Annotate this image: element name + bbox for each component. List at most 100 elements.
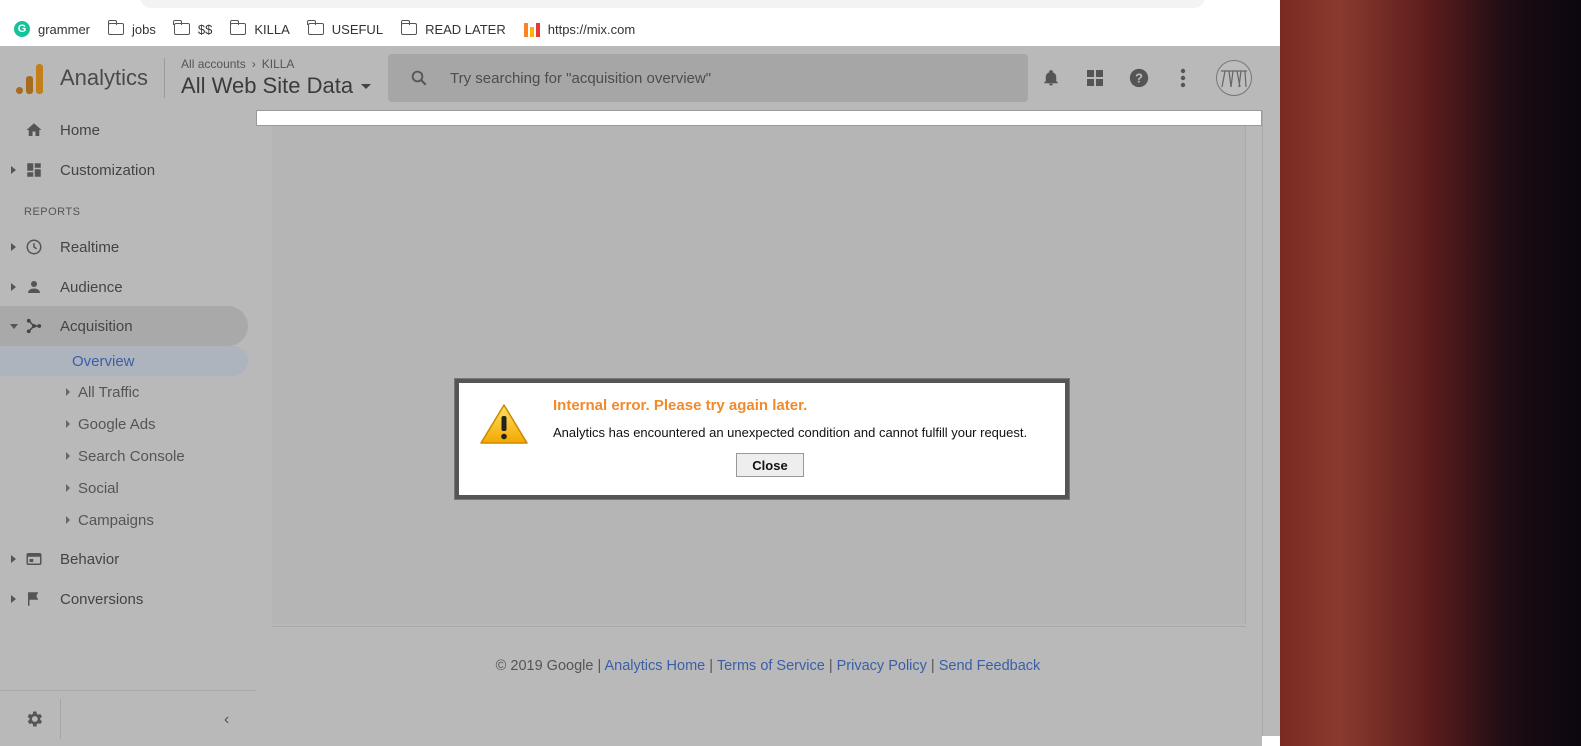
- svg-text:?: ?: [1135, 71, 1143, 86]
- bookmark-label: https://mix.com: [547, 21, 636, 37]
- footer-link-analytics-home[interactable]: Analytics Home: [604, 658, 705, 674]
- page-footer: © 2019 Google | Analytics Home | Terms o…: [256, 658, 1280, 674]
- sidebar-subitem-social[interactable]: Social: [0, 473, 248, 503]
- expand-arrow-icon: [11, 555, 16, 563]
- bookmark-label: USEFUL: [331, 21, 384, 37]
- bookmark-label: $$: [197, 21, 213, 37]
- bookmark-killa[interactable]: KILLA: [229, 20, 290, 37]
- warning-icon: [480, 404, 528, 444]
- footer-link-terms[interactable]: Terms of Service: [717, 658, 825, 674]
- search-input[interactable]: [450, 69, 1010, 87]
- sidebar-item-label: Realtime: [60, 238, 120, 256]
- breadcrumb-account: KILLA: [261, 57, 295, 71]
- footer-link-privacy[interactable]: Privacy Policy: [837, 658, 927, 674]
- search-bar[interactable]: [388, 54, 1028, 102]
- report-header-strip: [256, 110, 1262, 126]
- separator: |: [828, 658, 833, 674]
- folder-icon: [229, 20, 247, 35]
- home-icon: [26, 123, 42, 136]
- property-name: All Web Site Data: [181, 73, 354, 98]
- notifications-bell-icon[interactable]: [1040, 60, 1062, 96]
- close-button[interactable]: Close: [736, 453, 804, 477]
- sidebar-item-audience[interactable]: Audience: [0, 267, 248, 307]
- expand-arrow-icon: [66, 388, 70, 396]
- footer-link-feedback[interactable]: Send Feedback: [939, 658, 1041, 674]
- sidebar-item-acquisition[interactable]: Acquisition: [0, 306, 248, 346]
- search-icon: [411, 70, 427, 86]
- breadcrumb: All accounts › KILLA: [181, 57, 386, 71]
- property-dropdown[interactable]: All Web Site Data: [181, 73, 386, 99]
- address-bar[interactable]: [140, 0, 1205, 8]
- error-message: Analytics has encountered an unexpected …: [553, 425, 1028, 440]
- apps-grid-icon[interactable]: [1084, 60, 1106, 96]
- collapse-sidebar-icon[interactable]: ‹: [224, 711, 229, 729]
- error-dialog: Internal error. Please try again later. …: [454, 378, 1070, 500]
- folder-icon: [173, 20, 190, 35]
- bookmark-label: KILLA: [254, 21, 290, 37]
- sidebar-item-label: Audience: [60, 278, 123, 296]
- breadcrumb-root: All accounts: [181, 57, 246, 71]
- bookmark-grammer[interactable]: G grammer: [14, 21, 90, 37]
- clock-icon: [26, 239, 42, 255]
- expand-arrow-icon: [66, 420, 70, 428]
- folder-icon: [400, 20, 418, 35]
- sidebar-subitem-label: Google Ads: [78, 415, 156, 433]
- sidebar-item-label: Conversions: [60, 590, 144, 608]
- reports-section-label: REPORTS: [24, 206, 81, 218]
- sidebar-item-label: Behavior: [60, 550, 120, 568]
- sidebar-subitem-campaigns[interactable]: Campaigns: [0, 505, 248, 535]
- sidebar-item-label: Acquisition: [60, 317, 133, 335]
- behavior-icon: [26, 553, 42, 565]
- account-selector[interactable]: All accounts › KILLA All Web Site Data: [181, 57, 386, 99]
- sidebar-item-realtime[interactable]: Realtime: [0, 227, 248, 267]
- collapse-arrow-icon: [10, 323, 18, 329]
- sidebar-item-label: Home: [60, 121, 101, 139]
- avatar[interactable]: [1216, 60, 1252, 96]
- scrollbar[interactable]: [1262, 110, 1280, 736]
- sidebar-subitem-search-console[interactable]: Search Console: [0, 441, 248, 471]
- analytics-header: Analytics All accounts › KILLA All Web S…: [0, 46, 1280, 110]
- expand-arrow-icon: [11, 283, 16, 291]
- bookmarks-bar: G grammer jobs $$ KILLA USEFUL READ LATE…: [0, 12, 1280, 46]
- divider: [272, 626, 1246, 627]
- mix-icon: [523, 21, 540, 37]
- desktop-background: [1280, 0, 1581, 746]
- sidebar-subitem-label: All Traffic: [78, 383, 140, 401]
- sidebar-subitem-overview[interactable]: Overview: [0, 346, 248, 376]
- help-icon[interactable]: ?: [1128, 60, 1150, 96]
- app-title: Analytics: [60, 58, 166, 98]
- gear-icon[interactable]: [24, 709, 44, 729]
- bookmark-money[interactable]: $$: [173, 20, 213, 37]
- sidebar-item-home[interactable]: Home: [0, 110, 248, 150]
- sidebar-subitem-all-traffic[interactable]: All Traffic: [0, 377, 248, 407]
- sidebar-item-customization[interactable]: Customization: [0, 150, 248, 190]
- caret-down-icon: [361, 83, 372, 89]
- person-icon: [28, 281, 40, 293]
- separator: |: [597, 658, 602, 674]
- bookmark-jobs[interactable]: jobs: [107, 20, 156, 37]
- bookmark-read-later[interactable]: READ LATER: [400, 20, 506, 37]
- expand-arrow-icon: [66, 516, 70, 524]
- more-vert-icon[interactable]: [1172, 60, 1194, 96]
- expand-arrow-icon: [66, 484, 70, 492]
- separator: |: [709, 658, 714, 674]
- analytics-logo-icon[interactable]: [16, 62, 44, 94]
- sidebar-subitem-google-ads[interactable]: Google Ads: [0, 409, 248, 439]
- bookmark-useful[interactable]: USEFUL: [307, 20, 384, 37]
- expand-arrow-icon: [11, 595, 16, 603]
- scrollbar-corner: [1262, 736, 1280, 746]
- sidebar-item-label: Customization: [60, 161, 156, 179]
- expand-arrow-icon: [11, 243, 16, 251]
- sidebar-item-behavior[interactable]: Behavior: [0, 539, 248, 579]
- sidebar-subitem-label: Search Console: [78, 447, 185, 465]
- bookmark-mix[interactable]: https://mix.com: [523, 21, 636, 37]
- copyright: © 2019 Google: [495, 658, 594, 674]
- sidebar-subitem-label: Overview: [72, 352, 135, 370]
- bookmark-label: jobs: [132, 21, 156, 37]
- sidebar-item-conversions[interactable]: Conversions: [0, 579, 248, 619]
- browser-toolbar: [0, 0, 1280, 12]
- dashboard-icon: [27, 163, 41, 177]
- sidebar-subitem-label: Social: [78, 479, 119, 497]
- bookmark-label: grammer: [38, 21, 91, 37]
- report-panel: [272, 126, 1246, 624]
